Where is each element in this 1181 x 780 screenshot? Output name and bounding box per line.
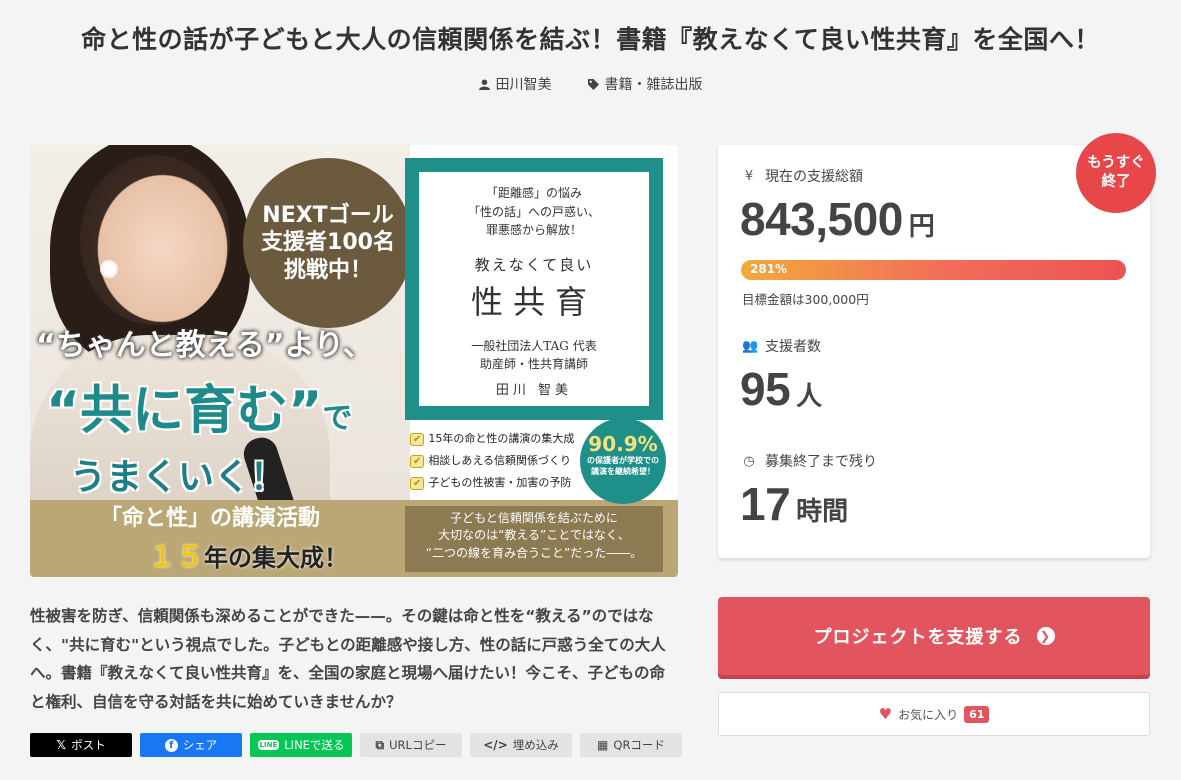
book-tagline-2: 「性の話」への戸惑い、: [467, 204, 600, 219]
check-item: 相談しあえる信頼関係づくり: [410, 450, 574, 472]
share-x-button[interactable]: 𝕏 ポスト: [30, 733, 132, 757]
hero-headline-suffix: で: [322, 401, 353, 436]
qr-icon: ▦: [597, 738, 609, 752]
favorite-label: お気に入り: [898, 707, 959, 722]
hero-lecture: 「命と性」の講演活動: [100, 506, 321, 531]
amount-label: ¥ 現在の支援総額: [742, 166, 863, 186]
goal-amount: 目標金額は300,000円: [742, 292, 869, 307]
facebook-icon: f: [164, 738, 178, 752]
book-subtitle: 教えなくて良い: [474, 255, 594, 274]
hero-years-text: 年の集大成！: [204, 544, 349, 572]
book-author: 田川 智美: [495, 382, 573, 398]
percentage-value: 90.9%: [588, 432, 658, 456]
user-icon: [478, 78, 490, 90]
hero-headline-main: “共に育む”: [46, 381, 323, 441]
next-goal-badge: NEXTゴール 支援者100名 挑戦中！: [243, 158, 413, 328]
support-project-label: プロジェクトを支援する: [813, 627, 1023, 648]
heart-icon: ♥: [878, 705, 893, 723]
progress-percent: 281%: [750, 262, 788, 276]
embed-button[interactable]: </> 埋め込み: [470, 733, 572, 757]
earring: [100, 260, 118, 278]
amount-number: 843,500: [740, 193, 903, 245]
amount-value: 843,500 円: [740, 192, 935, 246]
hero-years: １５年の集大成！: [148, 535, 348, 575]
hero-headline: “共に育む”で: [46, 368, 352, 443]
remaining-unit: 時間: [796, 497, 849, 527]
share-facebook-label: シェア: [182, 738, 218, 752]
book-org-2: 助産師・性共育講師: [479, 356, 588, 371]
book-bottom-line3: “二つの線を育み合うこと”だった――。: [425, 545, 643, 560]
category-link[interactable]: 書籍・雑誌出版: [587, 74, 703, 94]
amount-label-text: 現在の支援総額: [765, 169, 863, 185]
percentage-text: の保護者が学校での講演を継続希望！: [587, 456, 659, 476]
clock-icon: ◷: [743, 453, 755, 469]
copy-url-label: URLコピー: [389, 738, 447, 752]
share-x-label: ポスト: [71, 738, 106, 752]
share-line-label: LINEで送る: [284, 738, 345, 752]
remaining-label: ◷ 募集終了まで残り: [742, 451, 877, 471]
backers-value: 95 人: [740, 362, 822, 416]
ending-soon-badge: もうすぐ 終了: [1076, 133, 1156, 213]
favorite-button[interactable]: ♥ お気に入り 61: [718, 692, 1150, 736]
line-icon: LINE: [257, 740, 280, 750]
person-face: [80, 155, 230, 325]
check-item: 15年の命と性の講演の集大成: [410, 428, 574, 450]
backers-label-text: 支援者数: [765, 339, 821, 355]
hero-subheadline: うまくいく！: [70, 457, 287, 498]
embed-label: 埋め込み: [512, 738, 559, 752]
favorite-count: 61: [964, 705, 990, 723]
support-project-button[interactable]: プロジェクトを支援する ❯: [718, 597, 1150, 675]
next-goal-line2: 支援者100名: [261, 230, 395, 256]
funding-progress-bar: [741, 260, 1126, 280]
qr-code-label: QRコード: [613, 738, 665, 752]
hero-quote: “ちゃんと教える”より、: [36, 328, 373, 363]
share-line-button[interactable]: LINE LINEで送る: [250, 733, 352, 757]
ending-soon-line2: 終了: [1101, 174, 1131, 190]
book-bottom-line2: 大切なのは“教える”ことではなく、: [438, 528, 630, 543]
remaining-label-text: 募集終了まで残り: [765, 454, 877, 470]
x-logo-icon: 𝕏: [56, 738, 67, 752]
yen-icon: ¥: [744, 168, 754, 184]
book-tagline-3: 罪悪感から解放！: [485, 223, 582, 238]
copy-icon: ⧉: [375, 737, 385, 752]
book-cover: 「距離感」の悩み 「性の話」への戸惑い、 罪悪感から解放！ 教えなくて良い 性共…: [405, 158, 663, 420]
users-icon: 👥: [742, 338, 759, 354]
backers-unit: 人: [796, 382, 823, 412]
next-goal-line3: 挑戦中！: [283, 257, 372, 283]
check-item: 子どもの性被害・加害の予防: [410, 472, 574, 494]
book-bottom-message: 子どもと信頼関係を結ぶために 大切なのは“教える”ことではなく、 “二つの線を育…: [405, 506, 663, 572]
remaining-value: 17 時間: [740, 477, 848, 531]
funding-progress-fill: [741, 260, 1126, 280]
book-org-1: 一般社団法人TAG 代表: [471, 338, 597, 353]
code-icon: </>: [483, 738, 508, 752]
ending-soon-line1: もうすぐ: [1087, 155, 1145, 172]
remaining-number: 17: [740, 478, 791, 530]
hero-years-number: １５: [148, 540, 205, 573]
tag-icon: [587, 78, 599, 90]
book-bottom-line1: 子どもと信頼関係を結ぶために: [450, 511, 618, 525]
project-title: 命と性の話が子どもと大人の信頼関係を結ぶ！書籍『教えなくて良い性共育』を全国へ！: [81, 25, 1100, 54]
backers-label: 👥 支援者数: [742, 336, 821, 356]
book-title: 性共育: [470, 282, 597, 321]
author-name: 田川智美: [495, 77, 552, 93]
project-description: 性被害を防ぎ、信頼関係も深めることができた——。その鍵は命と性を“教える”のでは…: [30, 607, 666, 712]
category-name: 書籍・雑誌出版: [604, 77, 703, 93]
author-link[interactable]: 田川智美: [478, 74, 552, 94]
qr-code-button[interactable]: ▦ QRコード: [580, 733, 682, 757]
book-tagline-1: 「距離感」の悩み: [485, 186, 582, 200]
book-tagline: 「距離感」の悩み 「性の話」への戸惑い、 罪悪感から解放！: [419, 184, 649, 240]
book-organization: 一般社団法人TAG 代表 助産師・性共育講師: [419, 337, 649, 373]
book-checklist: 15年の命と性の講演の集大成 相談しあえる信頼関係づくり 子どもの性被害・加害の…: [410, 428, 574, 494]
share-facebook-button[interactable]: f シェア: [140, 733, 242, 757]
share-bar: 𝕏 ポスト f シェア LINE LINEで送る ⧉ URLコピー </> 埋め…: [30, 733, 682, 757]
percentage-badge: 90.9% の保護者が学校での講演を継続希望！: [580, 418, 666, 504]
next-goal-line1: NEXTゴール: [262, 202, 394, 228]
backers-number: 95: [740, 363, 791, 415]
arrow-right-icon: ❯: [1036, 627, 1055, 645]
amount-unit: 円: [908, 212, 935, 242]
project-meta: 田川智美 書籍・雑誌出版: [0, 74, 1181, 94]
book-cover-inner: 「距離感」の悩み 「性の話」への戸惑い、 罪悪感から解放！ 教えなくて良い 性共…: [419, 172, 649, 406]
copy-url-button[interactable]: ⧉ URLコピー: [360, 733, 462, 757]
